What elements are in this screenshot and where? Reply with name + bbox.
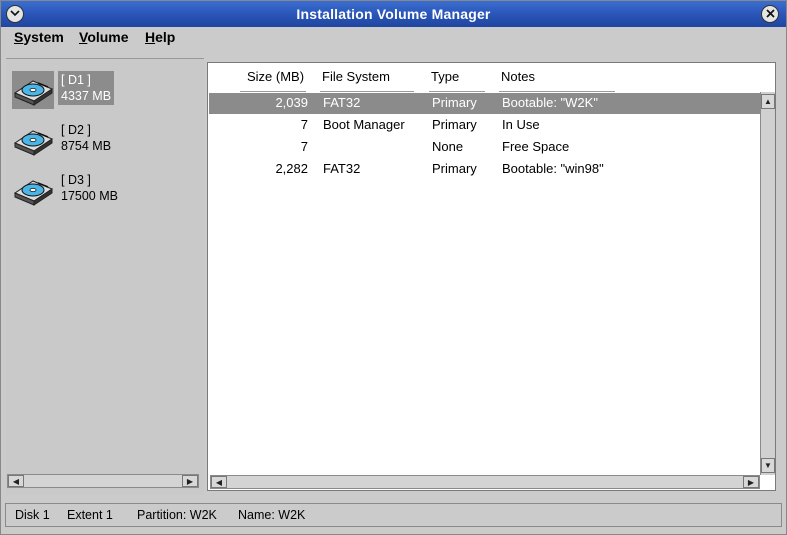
arrow-right-icon: ▶ [747,477,755,487]
cell-size: 2,282 [275,161,308,176]
app-window: Installation Volume Manager System Volum… [0,0,787,535]
menu-system-label: ystem [23,29,64,45]
scroll-right-button[interactable]: ▶ [743,476,759,488]
partition-table-hscrollbar[interactable]: ◀ ▶ [210,475,760,489]
disk-label: [ D1 ] 4337 MB [58,71,115,105]
title-bar[interactable]: Installation Volume Manager [1,1,786,27]
disk-list-panel[interactable]: [ D1 ] 4337 MB [ D2 ] 8754 MB [D3] 175… [6,58,204,495]
menu-system-mnemonic: S [14,29,24,45]
disk-list-hscrollbar[interactable]: ◀ ▶ [7,474,199,488]
scroll-right-button[interactable]: ▶ [182,475,198,487]
arrow-left-icon: ◀ [215,477,223,487]
cell-notes: In Use [502,117,540,132]
scroll-left-button[interactable]: ◀ [8,475,24,487]
cell-size: 2,039 [275,95,308,110]
cell-size: 7 [300,139,308,154]
disk-drive-icon [12,71,54,109]
header-divider [499,91,615,92]
disk-name: [ D3 ] [61,173,91,187]
column-header-type[interactable]: Type [431,69,459,84]
column-header-notes[interactable]: Notes [501,69,535,84]
close-icon [765,8,775,20]
arrow-up-icon: ▲ [764,97,772,106]
status-extent: Extent 1 [67,508,113,522]
disk-name: [ D1 ] [61,73,91,87]
window-title: Installation Volume Manager [296,6,491,22]
disk-label: [ D3 ] 17500 MB [58,171,121,205]
disk-drive-icon [12,121,54,159]
partition-table-vscrollbar[interactable]: ▲ ▼ [760,92,775,475]
partition-row[interactable]: 7 Boot Manager Primary In Use [209,115,760,136]
disk-size: 8754 MB [61,139,112,153]
menu-help-label: elp [155,29,176,45]
menu-volume[interactable]: Volume [79,29,129,45]
status-disk: Disk 1 [15,508,50,522]
cell-notes: Free Space [502,139,570,154]
cell-notes: Bootable: "win98" [502,161,604,176]
partition-row[interactable]: 7 None Free Space [209,137,760,158]
menu-volume-label: olume [87,29,129,45]
disk-label: [ D2 ] 8754 MB [58,121,114,155]
menu-help[interactable]: Help [145,29,175,45]
column-header-file-system[interactable]: File System [322,69,390,84]
cell-notes: Bootable: "W2K" [502,95,598,110]
scroll-down-button[interactable]: ▼ [761,458,775,473]
disk-item-d1[interactable]: [ D1 ] 4337 MB [12,71,115,109]
header-divider [320,91,414,92]
disk-item-d3[interactable]: [ D3 ] 17500 MB [12,171,121,209]
disk-item-d2[interactable]: [ D2 ] 8754 MB [12,121,114,159]
close-button[interactable] [761,5,779,23]
cell-type: None [432,139,464,154]
scroll-up-button[interactable]: ▲ [761,94,775,109]
partition-table-panel[interactable]: Size (MB) File System Type Notes 2,039 F… [207,62,776,491]
cell-file-system: FAT32 [323,161,361,176]
column-header-size[interactable]: Size (MB) [247,69,304,84]
status-bar: Disk 1 Extent 1 Partition: W2K Name: W2K [5,503,782,527]
partition-row[interactable]: 2,282 FAT32 Primary Bootable: "win98" [209,159,760,180]
cell-size: 7 [300,117,308,132]
disk-drive-icon [12,171,54,209]
arrow-left-icon: ◀ [12,476,20,486]
partition-row[interactable]: 2,039 FAT32 Primary Bootable: "W2K" [209,93,760,114]
disk-size: 4337 MB [61,89,112,103]
cell-file-system: Boot Manager [323,117,405,132]
status-name: Name: W2K [238,508,306,522]
menu-bar: System Volume Help [1,27,786,49]
disk-size: 17500 MB [61,189,118,203]
menu-help-mnemonic: H [145,29,156,45]
status-partition: Partition: W2K [137,508,217,522]
arrow-right-icon: ▶ [186,476,194,486]
cell-file-system: FAT32 [323,95,361,110]
header-divider [240,91,306,92]
cell-type: Primary [432,95,477,110]
menu-system[interactable]: System [14,29,64,45]
arrow-down-icon: ▼ [764,461,772,470]
cell-type: Primary [432,161,477,176]
header-divider [429,91,485,92]
disk-name: [ D2 ] [61,123,91,137]
cell-type: Primary [432,117,477,132]
scroll-left-button[interactable]: ◀ [211,476,227,488]
